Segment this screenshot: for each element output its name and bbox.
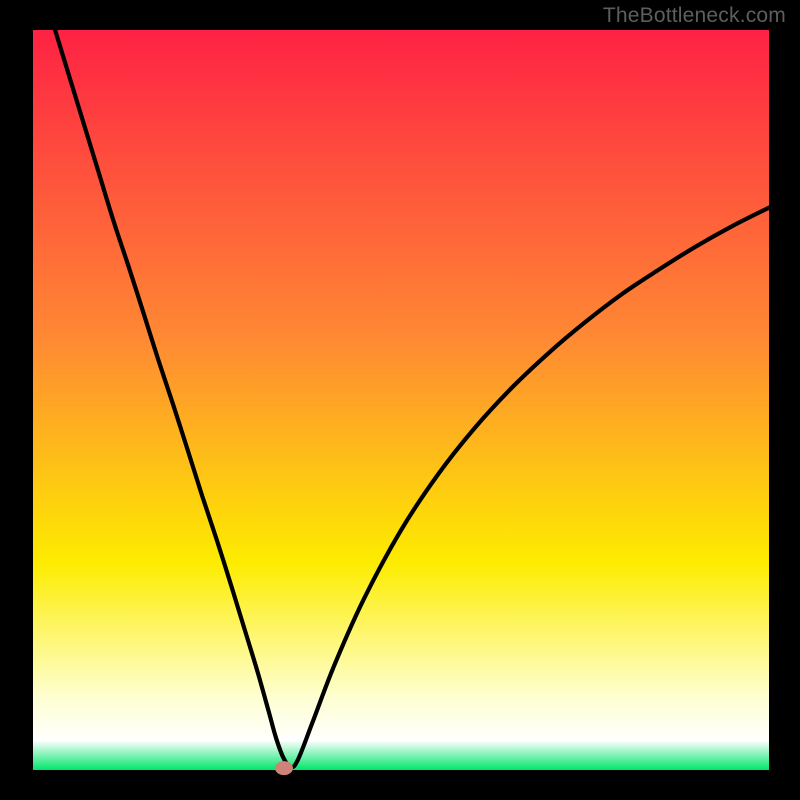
plot-background — [33, 30, 769, 770]
optimum-marker — [275, 762, 292, 775]
chart-frame: TheBottleneck.com — [0, 0, 800, 800]
bottleneck-chart — [0, 0, 800, 800]
